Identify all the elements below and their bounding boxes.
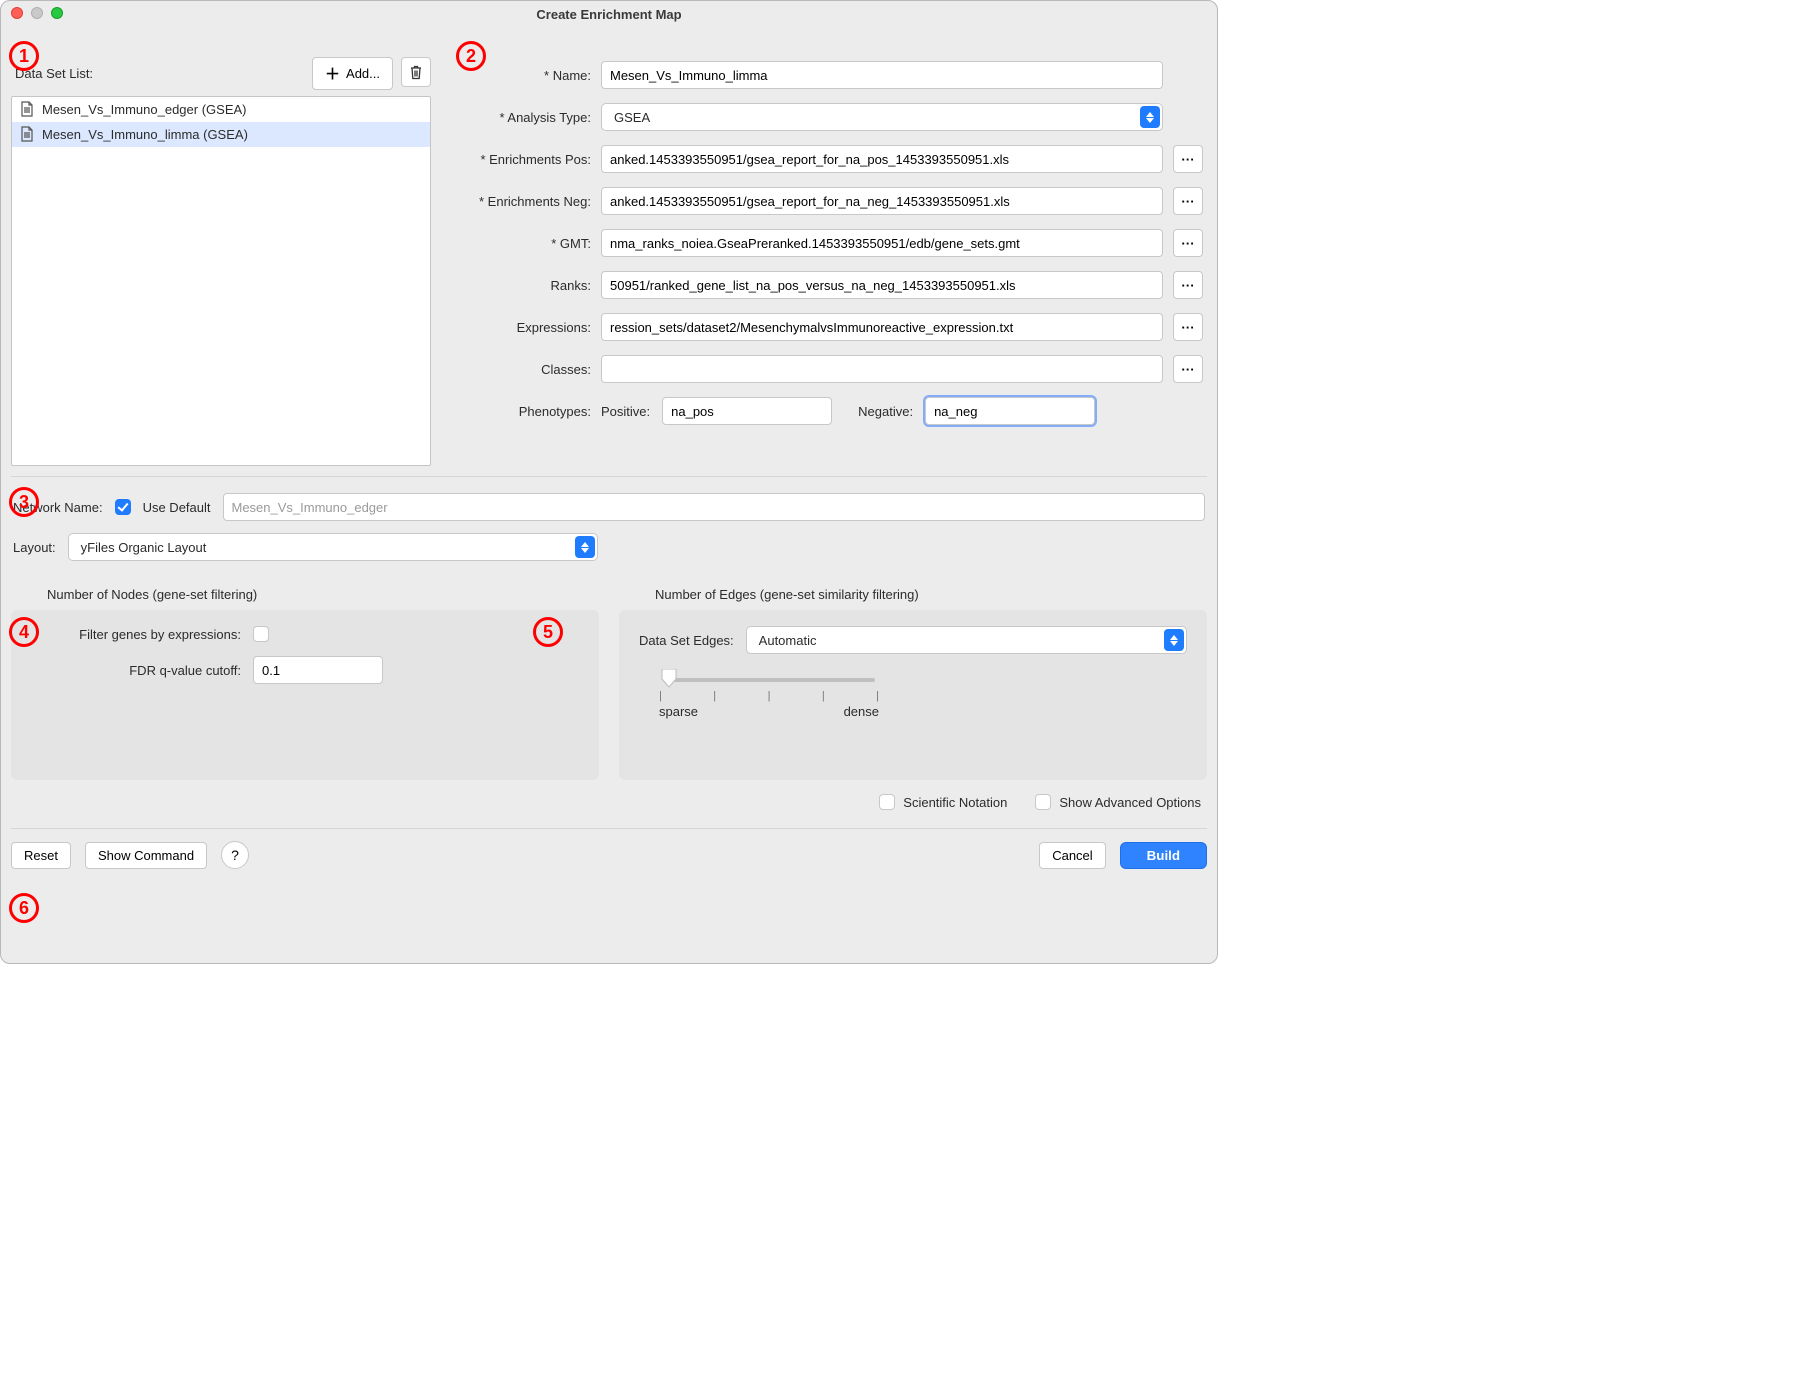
classes-input[interactable] — [601, 355, 1163, 383]
list-item[interactable]: Mesen_Vs_Immuno_edger (GSEA) — [12, 97, 430, 122]
filter-by-expr-checkbox[interactable] — [253, 626, 269, 642]
trash-icon — [409, 64, 423, 80]
classes-label: Classes: — [441, 362, 591, 377]
show-advanced-checkbox[interactable] — [1035, 794, 1051, 810]
classes-browse-button[interactable]: ··· — [1173, 355, 1203, 383]
gmt-browse-button[interactable]: ··· — [1173, 229, 1203, 257]
phenotype-negative-input[interactable] — [925, 397, 1095, 425]
dataset-edges-label: Data Set Edges: — [639, 633, 734, 648]
nodes-filter-box: Filter genes by expressions: FDR q-value… — [11, 610, 599, 780]
layout-select[interactable]: yFiles Organic Layout — [68, 533, 598, 561]
reset-button[interactable]: Reset — [11, 842, 71, 869]
callout-1: 1 — [9, 41, 39, 71]
network-name-input — [223, 493, 1206, 521]
window-zoom-icon[interactable] — [51, 7, 63, 19]
analysis-type-select[interactable]: GSEA — [601, 103, 1163, 131]
add-dataset-label: Add... — [346, 66, 380, 81]
phenotype-negative-label: Negative: — [858, 404, 913, 419]
slider-dense-label: dense — [844, 704, 879, 719]
titlebar: Create Enrichment Map — [1, 1, 1217, 27]
fdr-cutoff-input[interactable] — [253, 656, 383, 684]
document-icon — [20, 126, 34, 142]
fdr-cutoff-label: FDR q-value cutoff: — [31, 663, 241, 678]
expressions-input[interactable] — [601, 313, 1163, 341]
window-minimize-icon[interactable] — [31, 7, 43, 19]
callout-5: 5 — [533, 617, 563, 647]
filter-by-expr-label: Filter genes by expressions: — [31, 627, 241, 642]
ranks-browse-button[interactable]: ··· — [1173, 271, 1203, 299]
enrich-neg-browse-button[interactable]: ··· — [1173, 187, 1203, 215]
ranks-input[interactable] — [601, 271, 1163, 299]
expressions-browse-button[interactable]: ··· — [1173, 313, 1203, 341]
add-dataset-button[interactable]: ＋ Add... — [312, 57, 393, 90]
dataset-edges-value: Automatic — [759, 633, 817, 648]
phenotype-positive-input[interactable] — [662, 397, 832, 425]
edges-filter-title: Number of Edges (gene-set similarity fil… — [619, 583, 1207, 610]
show-advanced-label: Show Advanced Options — [1059, 795, 1201, 810]
phenotype-positive-label: Positive: — [601, 404, 650, 419]
analysis-type-label: * Analysis Type: — [441, 110, 591, 125]
slider-thumb[interactable] — [660, 669, 678, 689]
expressions-label: Expressions: — [441, 320, 591, 335]
delete-dataset-button[interactable] — [401, 57, 431, 87]
window-close-icon[interactable] — [11, 7, 23, 19]
enrich-pos-browse-button[interactable]: ··· — [1173, 145, 1203, 173]
window-title: Create Enrichment Map — [536, 7, 681, 22]
build-button[interactable]: Build — [1120, 842, 1207, 869]
gmt-label: * GMT: — [441, 236, 591, 251]
help-button[interactable]: ? — [221, 841, 249, 869]
ranks-label: Ranks: — [441, 278, 591, 293]
select-arrows-icon — [575, 536, 595, 558]
layout-value: yFiles Organic Layout — [81, 540, 207, 555]
dataset-edges-select[interactable]: Automatic — [746, 626, 1187, 654]
document-icon — [20, 101, 34, 117]
nodes-filter-title: Number of Nodes (gene-set filtering) — [11, 583, 599, 610]
enrich-neg-label: * Enrichments Neg: — [441, 194, 591, 209]
select-arrows-icon — [1140, 106, 1160, 128]
list-item[interactable]: Mesen_Vs_Immuno_limma (GSEA) — [12, 122, 430, 147]
use-default-checkbox[interactable] — [115, 499, 131, 515]
slider-sparse-label: sparse — [659, 704, 698, 719]
list-item-label: Mesen_Vs_Immuno_edger (GSEA) — [42, 102, 246, 117]
plus-icon: ＋ — [325, 63, 340, 84]
callout-3: 3 — [9, 487, 39, 517]
similarity-slider[interactable] — [663, 678, 875, 682]
show-advanced-option[interactable]: Show Advanced Options — [1035, 794, 1201, 810]
name-input[interactable] — [601, 61, 1163, 89]
slider-ticks: ||||| — [659, 690, 879, 702]
callout-4: 4 — [9, 617, 39, 647]
edges-filter-box: Data Set Edges: Automatic — [619, 610, 1207, 780]
enrich-neg-input[interactable] — [601, 187, 1163, 215]
gmt-input[interactable] — [601, 229, 1163, 257]
cancel-button[interactable]: Cancel — [1039, 842, 1105, 869]
use-default-label: Use Default — [143, 500, 211, 515]
callout-2: 2 — [456, 41, 486, 71]
data-set-list[interactable]: Mesen_Vs_Immuno_edger (GSEA) Mesen_Vs_Im… — [11, 96, 431, 466]
dialog-window: 1 2 3 4 5 6 Create Enrichment Map Data S… — [0, 0, 1218, 964]
enrich-pos-input[interactable] — [601, 145, 1163, 173]
layout-label: Layout: — [13, 540, 56, 555]
show-command-button[interactable]: Show Command — [85, 842, 207, 869]
name-label: * Name: — [441, 68, 591, 83]
scientific-notation-label: Scientific Notation — [903, 795, 1007, 810]
scientific-notation-checkbox[interactable] — [879, 794, 895, 810]
phenotypes-label: Phenotypes: — [441, 404, 591, 419]
callout-6: 6 — [9, 893, 39, 923]
scientific-notation-option[interactable]: Scientific Notation — [879, 794, 1007, 810]
select-arrows-icon — [1164, 629, 1184, 651]
list-item-label: Mesen_Vs_Immuno_limma (GSEA) — [42, 127, 248, 142]
analysis-type-value: GSEA — [614, 110, 650, 125]
enrich-pos-label: * Enrichments Pos: — [441, 152, 591, 167]
